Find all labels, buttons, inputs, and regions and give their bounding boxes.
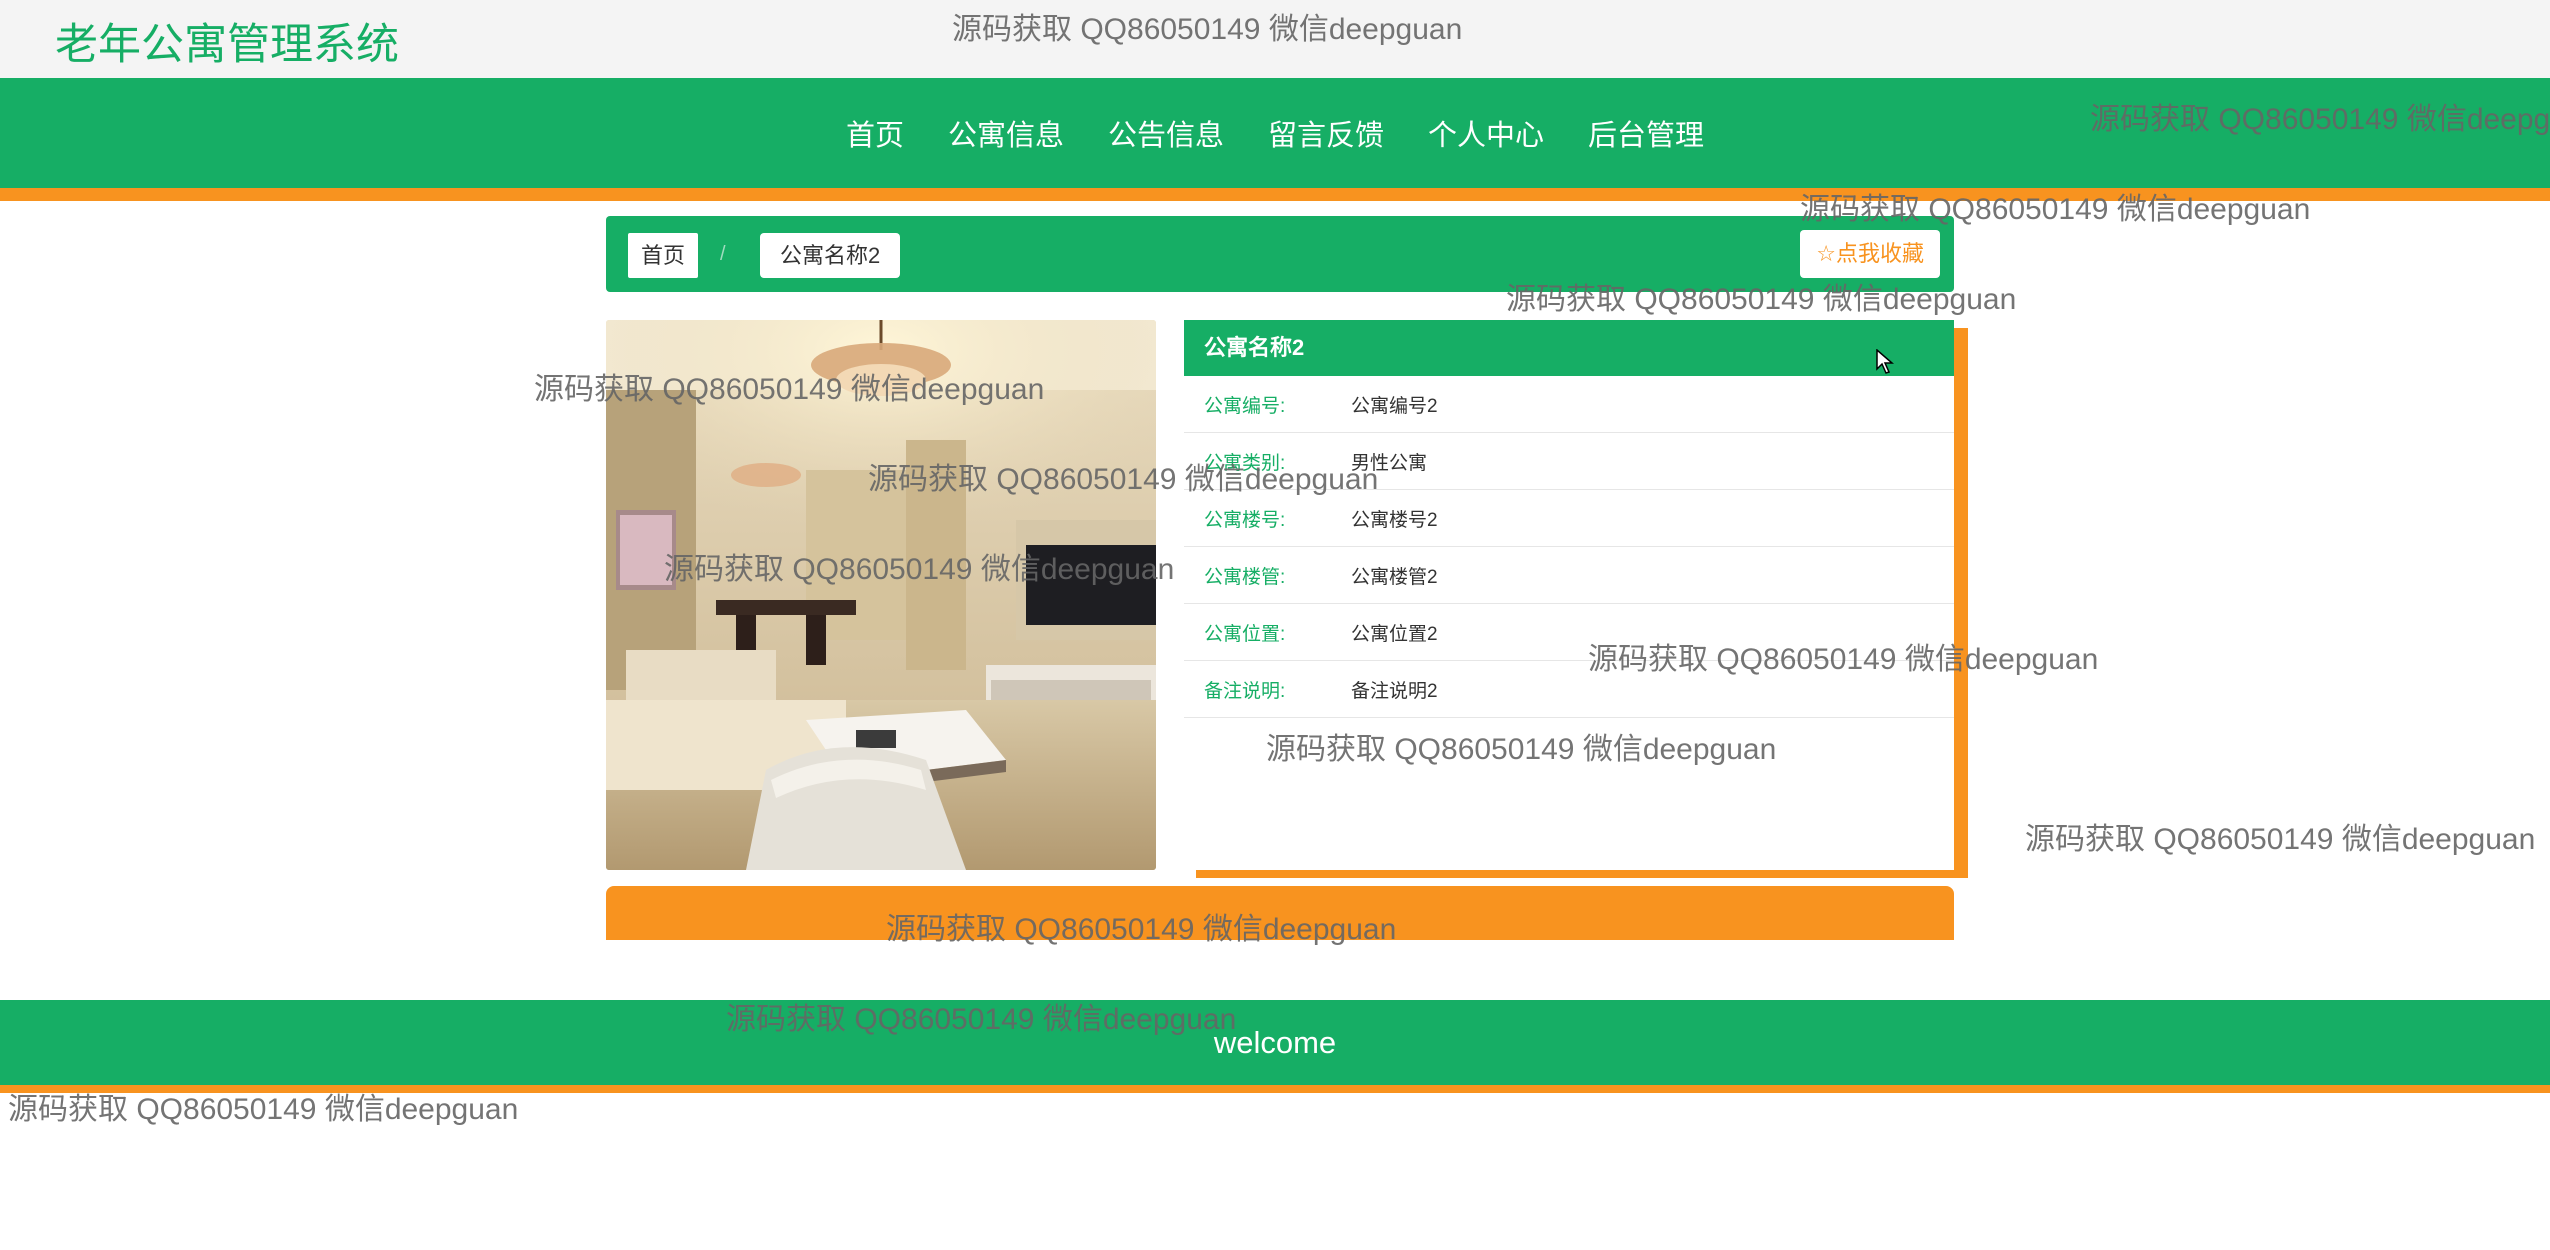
favorite-label: 点我收藏 bbox=[1835, 241, 1924, 266]
footer-accent-stripe bbox=[0, 1085, 2550, 1093]
footer: welcome bbox=[0, 1000, 2550, 1085]
detail-label-manager: 公寓楼管: bbox=[1204, 566, 1286, 588]
detail-value-number: 公寓编号2 bbox=[1351, 395, 1438, 417]
nav-item-apartments[interactable]: 公寓信息 bbox=[926, 112, 1086, 154]
favorite-button[interactable]: ☆点我收藏 bbox=[1800, 230, 1940, 278]
detail-row: 公寓楼管: 公寓楼管2 bbox=[1184, 547, 1954, 604]
watermark: 源码获取 QQ86050149 微信deepguan bbox=[2025, 823, 2536, 856]
apartment-photo bbox=[606, 320, 1156, 870]
detail-panel: 公寓名称2 公寓编号: 公寓编号2 公寓类别: 男性公寓 公寓楼号: 公寓楼号2… bbox=[1184, 320, 1954, 870]
top-bar: 老年公寓管理系统 bbox=[0, 0, 2550, 78]
detail-value-building: 公寓楼号2 bbox=[1351, 509, 1438, 531]
detail-title: 公寓名称2 bbox=[1184, 320, 1954, 376]
content-orange-bar bbox=[606, 886, 1954, 940]
detail-value-category: 男性公寓 bbox=[1351, 452, 1428, 474]
detail-row: 公寓类别: 男性公寓 bbox=[1184, 433, 1954, 490]
footer-text: welcome bbox=[1213, 1025, 1337, 1060]
nav-item-notices[interactable]: 公告信息 bbox=[1086, 112, 1246, 154]
detail-row: 公寓楼号: 公寓楼号2 bbox=[1184, 490, 1954, 547]
main-nav: 首页 公寓信息 公告信息 留言反馈 个人中心 后台管理 bbox=[0, 78, 2550, 188]
nav-item-admin[interactable]: 后台管理 bbox=[1566, 112, 1726, 154]
breadcrumb-separator: / bbox=[720, 243, 726, 265]
detail-label-location: 公寓位置: bbox=[1204, 623, 1286, 645]
detail-value-remarks: 备注说明2 bbox=[1351, 680, 1438, 702]
breadcrumb: 首页 / 公寓名称2 ☆点我收藏 bbox=[606, 216, 1954, 292]
detail-row: 公寓位置: 公寓位置2 bbox=[1184, 604, 1954, 661]
detail-value-location: 公寓位置2 bbox=[1351, 623, 1438, 645]
detail-row: 备注说明: 备注说明2 bbox=[1184, 661, 1954, 718]
nav-item-feedback[interactable]: 留言反馈 bbox=[1246, 112, 1406, 154]
breadcrumb-home[interactable]: 首页 bbox=[628, 233, 699, 278]
site-title: 老年公寓管理系统 bbox=[55, 21, 399, 69]
detail-row: 公寓编号: 公寓编号2 bbox=[1184, 376, 1954, 433]
nav-accent-stripe bbox=[0, 188, 2550, 201]
breadcrumb-current[interactable]: 公寓名称2 bbox=[760, 233, 901, 278]
detail-label-building: 公寓楼号: bbox=[1204, 509, 1286, 531]
nav-item-profile[interactable]: 个人中心 bbox=[1406, 112, 1566, 154]
detail-label-category: 公寓类别: bbox=[1204, 452, 1286, 474]
detail-value-manager: 公寓楼管2 bbox=[1351, 566, 1438, 588]
star-icon: ☆ bbox=[1816, 241, 1836, 266]
nav-item-home[interactable]: 首页 bbox=[824, 112, 926, 154]
detail-label-number: 公寓编号: bbox=[1204, 395, 1286, 417]
detail-label-remarks: 备注说明: bbox=[1204, 680, 1286, 702]
mouse-cursor-icon bbox=[1876, 349, 1894, 374]
